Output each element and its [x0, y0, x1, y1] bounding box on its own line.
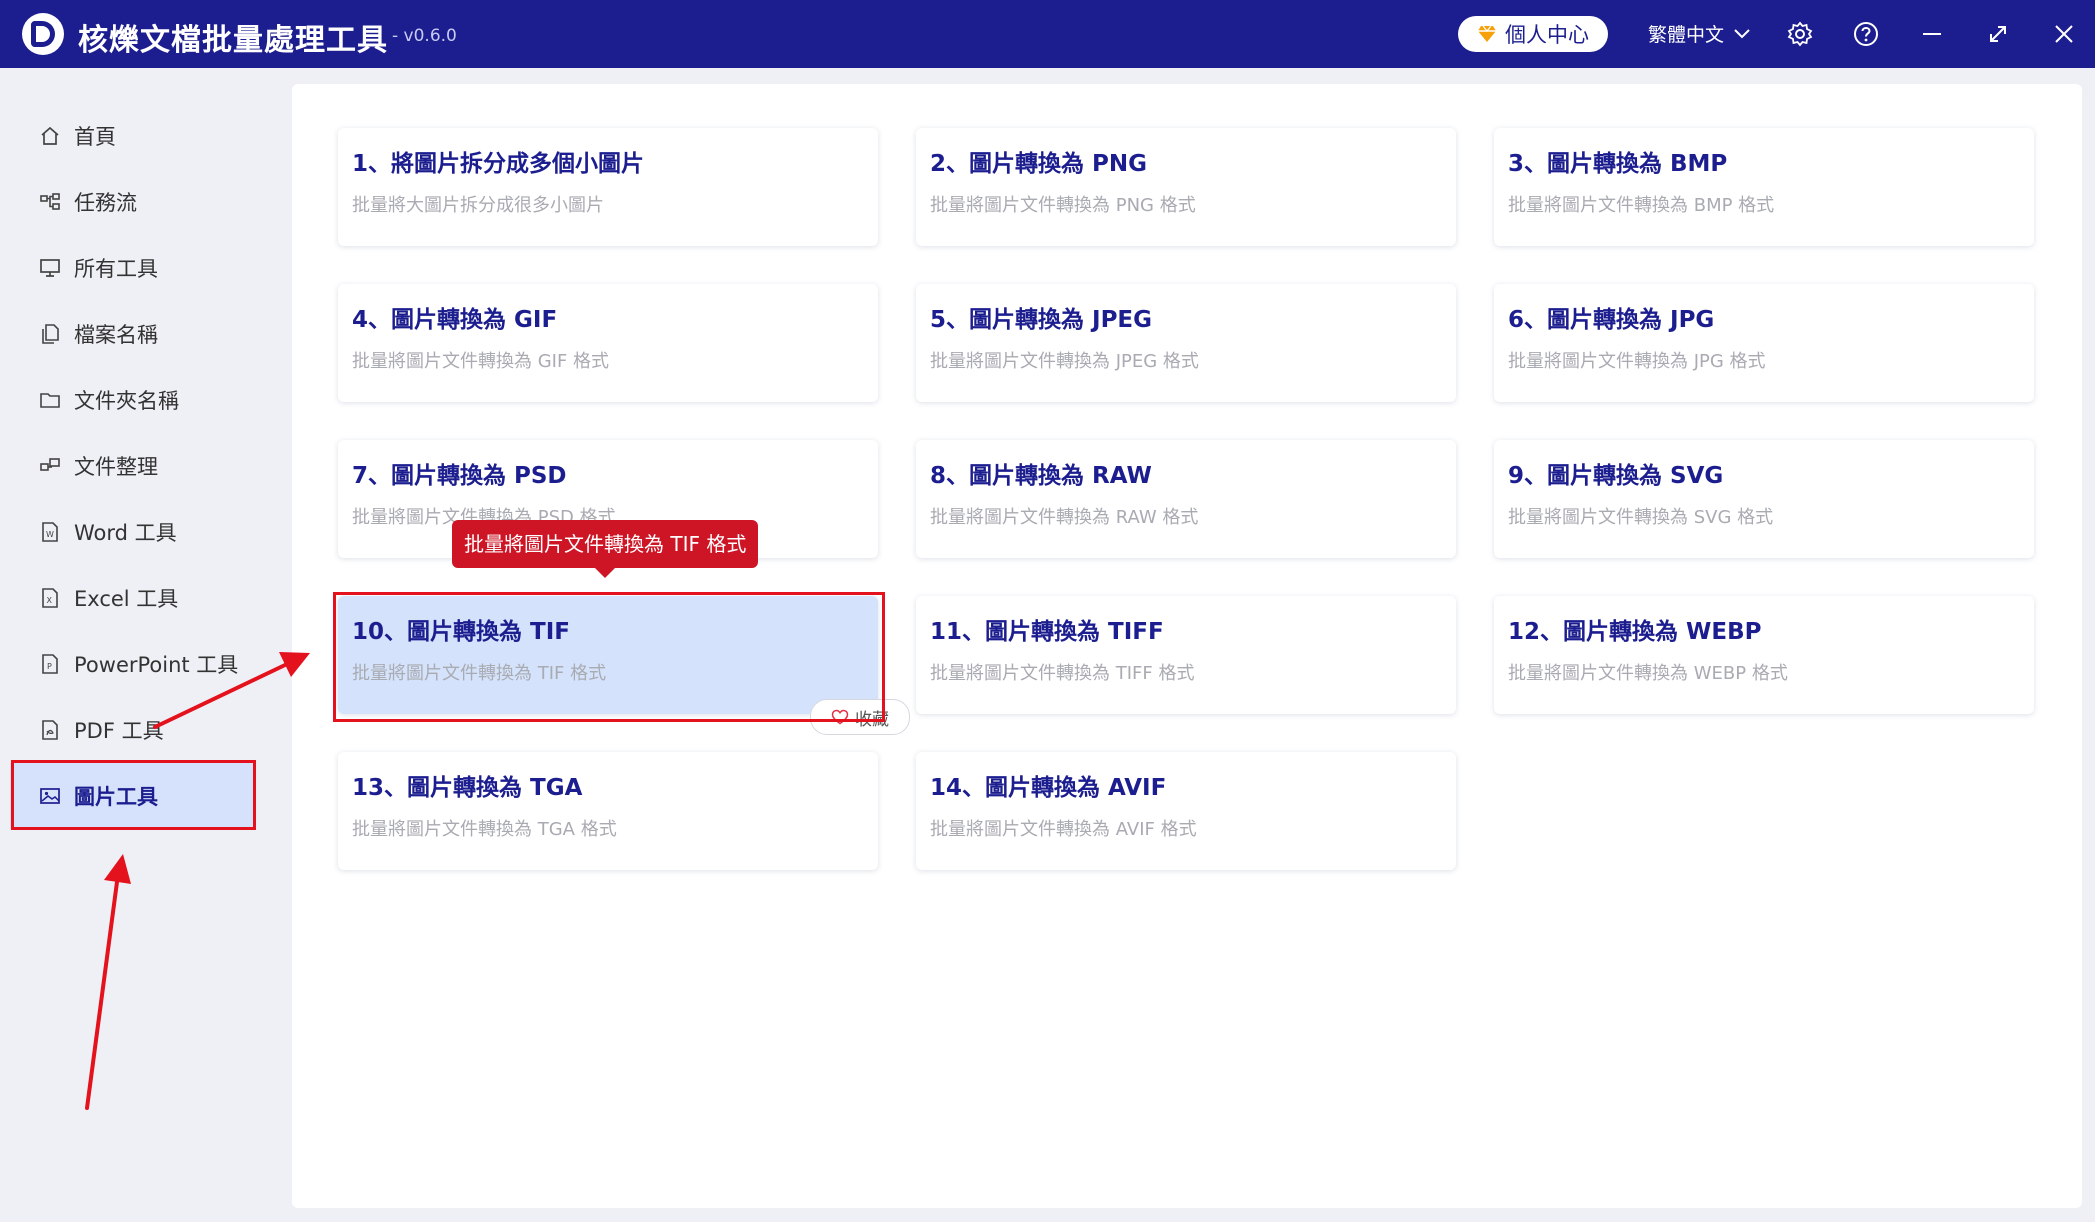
sidebar-item-excel[interactable]: X Excel 工具 [10, 565, 255, 631]
sidebar-item-organize[interactable]: 文件整理 [10, 433, 255, 499]
sidebar-item-label: 文件整理 [74, 455, 158, 479]
tool-card-title: 4、圖片轉換為 GIF [352, 307, 558, 333]
tool-card-desc: 批量將圖片文件轉換為 TIFF 格式 [930, 663, 1195, 684]
settings-gear-icon[interactable] [1786, 20, 1814, 48]
tool-card[interactable]: 13、圖片轉換為 TGA 批量將圖片文件轉換為 TGA 格式 [338, 752, 878, 870]
monitor-icon [38, 256, 62, 280]
title-bar: 核爍文檔批量處理工具 - v0.6.0 個人中心 繁體中文 [0, 0, 2095, 68]
tool-card-desc: 批量將圖片文件轉換為 BMP 格式 [1508, 195, 1775, 216]
tool-card[interactable]: 1、將圖片拆分成多個小圖片 批量將大圖片拆分成很多小圖片 [338, 128, 878, 246]
app-title: 核爍文檔批量處理工具 [78, 23, 388, 58]
tool-card-title: 7、圖片轉換為 PSD [352, 463, 567, 489]
organize-icon [38, 454, 62, 478]
maximize-icon[interactable] [1984, 20, 2012, 48]
tool-card-desc: 批量將圖片文件轉換為 JPEG 格式 [930, 351, 1199, 372]
tool-card[interactable]: 6、圖片轉換為 JPG 批量將圖片文件轉換為 JPG 格式 [1494, 284, 2034, 402]
app-logo-icon [22, 13, 64, 55]
tool-card[interactable]: 12、圖片轉換為 WEBP 批量將圖片文件轉換為 WEBP 格式 [1494, 596, 2034, 714]
svg-text:P: P [47, 662, 52, 671]
tool-card[interactable]: 3、圖片轉換為 BMP 批量將圖片文件轉換為 BMP 格式 [1494, 128, 2034, 246]
sidebar-item-label: 檔案名稱 [74, 323, 158, 347]
language-selector[interactable]: 繁體中文 [1648, 20, 1750, 47]
help-icon[interactable] [1852, 20, 1880, 48]
minimize-icon[interactable] [1918, 20, 1946, 48]
tool-card-desc: 批量將大圖片拆分成很多小圖片 [352, 195, 604, 216]
tool-card[interactable]: 9、圖片轉換為 SVG 批量將圖片文件轉換為 SVG 格式 [1494, 440, 2034, 558]
sidebar-item-all-tools[interactable]: 所有工具 [10, 235, 255, 301]
tool-card-desc: 批量將圖片文件轉換為 WEBP 格式 [1508, 663, 1788, 684]
tool-card-desc: 批量將圖片文件轉換為 PNG 格式 [930, 195, 1196, 216]
home-icon [38, 124, 62, 148]
tool-card-desc: 批量將圖片文件轉換為 AVIF 格式 [930, 819, 1197, 840]
tool-card-title: 14、圖片轉換為 AVIF [930, 775, 1167, 801]
sidebar-item-label: 任務流 [74, 191, 137, 215]
tool-card-title: 13、圖片轉換為 TGA [352, 775, 583, 801]
svg-text:W: W [46, 530, 54, 539]
close-icon[interactable] [2050, 20, 2078, 48]
sidebar-item-word[interactable]: W Word 工具 [10, 499, 255, 565]
sidebar-item-label: PowerPoint 工具 [74, 653, 239, 677]
app-version: - v0.6.0 [392, 26, 457, 46]
sidebar-item-file-name[interactable]: 檔案名稱 [10, 301, 255, 367]
language-label: 繁體中文 [1648, 24, 1725, 46]
folder-icon [38, 388, 62, 412]
tool-card-desc: 批量將圖片文件轉換為 TGA 格式 [352, 819, 617, 840]
tool-card-desc: 批量將圖片文件轉換為 JPG 格式 [1508, 351, 1766, 372]
tool-card-title: 9、圖片轉換為 SVG [1508, 463, 1724, 489]
word-file-icon: W [38, 520, 62, 544]
tool-card[interactable]: 11、圖片轉換為 TIFF 批量將圖片文件轉換為 TIFF 格式 [916, 596, 1456, 714]
sidebar-item-label: 文件夾名稱 [74, 389, 179, 413]
tool-card-title: 8、圖片轉換為 RAW [930, 463, 1152, 489]
sidebar-item-folder-name[interactable]: 文件夾名稱 [10, 367, 255, 433]
annotation-highlight-card [333, 592, 885, 722]
sidebar-item-label: 所有工具 [74, 257, 158, 281]
chevron-down-icon [1734, 28, 1750, 38]
sidebar-item-pdf[interactable]: PDF 工具 [10, 697, 255, 763]
tool-card[interactable]: 5、圖片轉換為 JPEG 批量將圖片文件轉換為 JPEG 格式 [916, 284, 1456, 402]
sidebar-item-label: 首頁 [74, 125, 116, 149]
tool-card-title: 3、圖片轉換為 BMP [1508, 151, 1728, 177]
tool-card[interactable]: 4、圖片轉換為 GIF 批量將圖片文件轉換為 GIF 格式 [338, 284, 878, 402]
svg-text:X: X [47, 596, 53, 605]
tool-card-desc: 批量將圖片文件轉換為 RAW 格式 [930, 507, 1199, 528]
tooltip: 批量將圖片文件轉換為 TIF 格式 [452, 520, 759, 578]
excel-file-icon: X [38, 586, 62, 610]
workflow-icon [38, 190, 62, 214]
tool-card[interactable]: 14、圖片轉換為 AVIF 批量將圖片文件轉換為 AVIF 格式 [916, 752, 1456, 870]
user-center-label: 個人中心 [1505, 23, 1589, 47]
tool-card-title: 1、將圖片拆分成多個小圖片 [352, 151, 645, 177]
tool-card-desc: 批量將圖片文件轉換為 SVG 格式 [1508, 507, 1774, 528]
tool-card-title: 11、圖片轉換為 TIFF [930, 619, 1164, 645]
tool-card-title: 12、圖片轉換為 WEBP [1508, 619, 1762, 645]
tool-card-title: 2、圖片轉換為 PNG [930, 151, 1147, 177]
diamond-icon [1478, 25, 1496, 42]
sidebar-item-home[interactable]: 首頁 [10, 103, 255, 169]
annotation-highlight-sidebar [11, 760, 256, 830]
tool-card[interactable]: 8、圖片轉換為 RAW 批量將圖片文件轉換為 RAW 格式 [916, 440, 1456, 558]
file-copy-icon [38, 322, 62, 346]
tool-card-title: 6、圖片轉換為 JPG [1508, 307, 1715, 333]
sidebar-item-powerpoint[interactable]: P PowerPoint 工具 [10, 631, 255, 697]
ppt-file-icon: P [38, 652, 62, 676]
sidebar-item-workflow[interactable]: 任務流 [10, 169, 255, 235]
sidebar-item-label: PDF 工具 [74, 719, 164, 743]
tool-card[interactable]: 2、圖片轉換為 PNG 批量將圖片文件轉換為 PNG 格式 [916, 128, 1456, 246]
sidebar: 首頁 任務流 所有工具 檔案名稱 文件夾名稱 文件整理 W Word 工具 X … [0, 68, 292, 1222]
user-center-button[interactable]: 個人中心 [1458, 16, 1608, 52]
sidebar-item-label: Excel 工具 [74, 587, 179, 611]
tool-card-title: 5、圖片轉換為 JPEG [930, 307, 1153, 333]
tool-card-desc: 批量將圖片文件轉換為 GIF 格式 [352, 351, 610, 372]
pdf-file-icon [38, 718, 62, 742]
sidebar-item-label: Word 工具 [74, 521, 177, 545]
